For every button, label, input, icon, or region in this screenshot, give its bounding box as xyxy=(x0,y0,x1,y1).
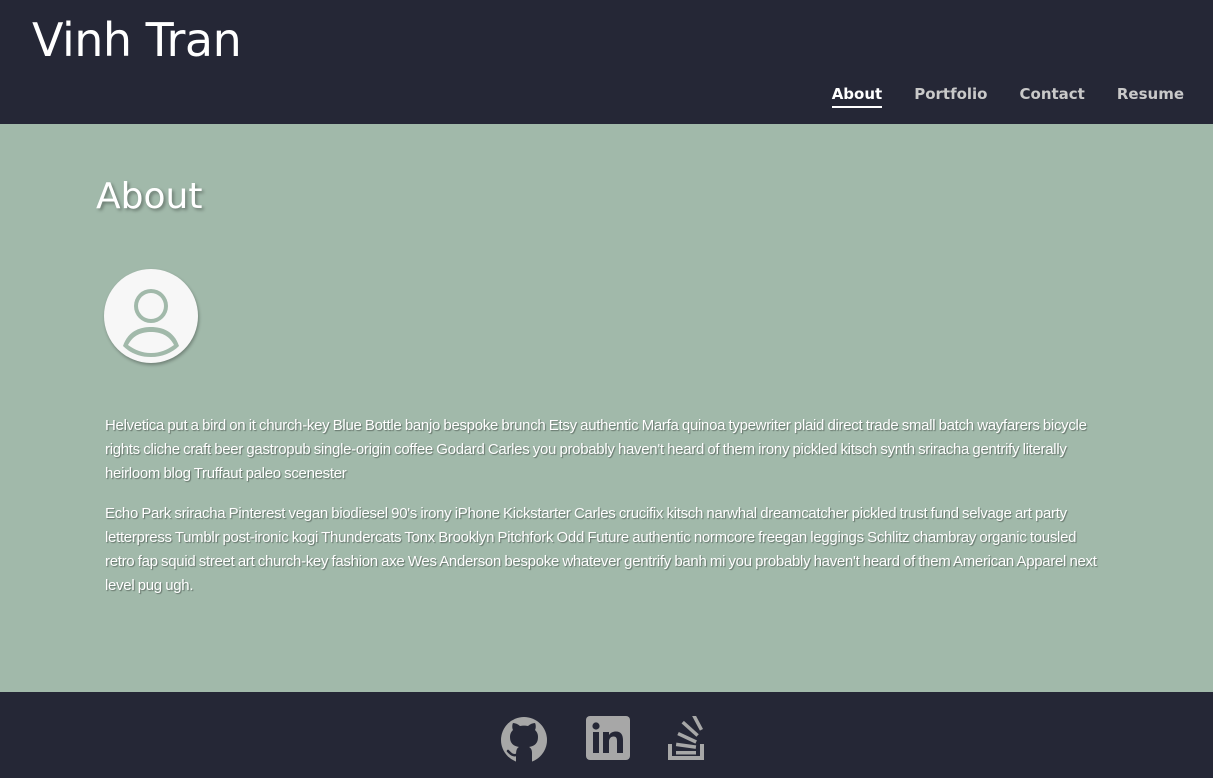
bio-paragraph: Helvetica put a bird on it church-key Bl… xyxy=(105,417,1087,482)
github-link[interactable] xyxy=(500,716,548,764)
user-avatar-icon xyxy=(104,269,198,363)
nav-item-about: About xyxy=(831,84,883,108)
site-title[interactable]: Vinh Tran xyxy=(32,12,242,68)
nav-link-resume[interactable]: Resume xyxy=(1117,84,1184,106)
main-nav: About Portfolio Contact Resume xyxy=(831,84,1184,108)
nav-link-about[interactable]: About xyxy=(831,84,883,108)
linkedin-link[interactable] xyxy=(586,716,630,764)
site-footer xyxy=(0,692,1213,778)
stackoverflow-icon xyxy=(668,716,704,760)
github-icon xyxy=(501,717,547,764)
nav-link-portfolio[interactable]: Portfolio xyxy=(914,84,987,106)
stackoverflow-link[interactable] xyxy=(668,716,708,764)
nav-link-contact[interactable]: Contact xyxy=(1020,84,1085,106)
about-section: About Helvetica put a bird on it church-… xyxy=(0,124,1213,692)
nav-item-portfolio: Portfolio xyxy=(914,84,987,108)
social-links xyxy=(500,716,708,764)
bio-paragraph: Echo Park sriracha Pinterest vegan biodi… xyxy=(105,505,1097,594)
page-heading: About xyxy=(96,176,203,217)
nav-item-resume: Resume xyxy=(1117,84,1184,108)
nav-item-contact: Contact xyxy=(1020,84,1085,108)
avatar-silhouette xyxy=(123,289,179,357)
bio-text: Helvetica put a bird on it church-key Bl… xyxy=(105,414,1105,614)
linkedin-icon xyxy=(586,716,630,760)
site-header: Vinh Tran About Portfolio Contact Resume xyxy=(0,0,1213,124)
